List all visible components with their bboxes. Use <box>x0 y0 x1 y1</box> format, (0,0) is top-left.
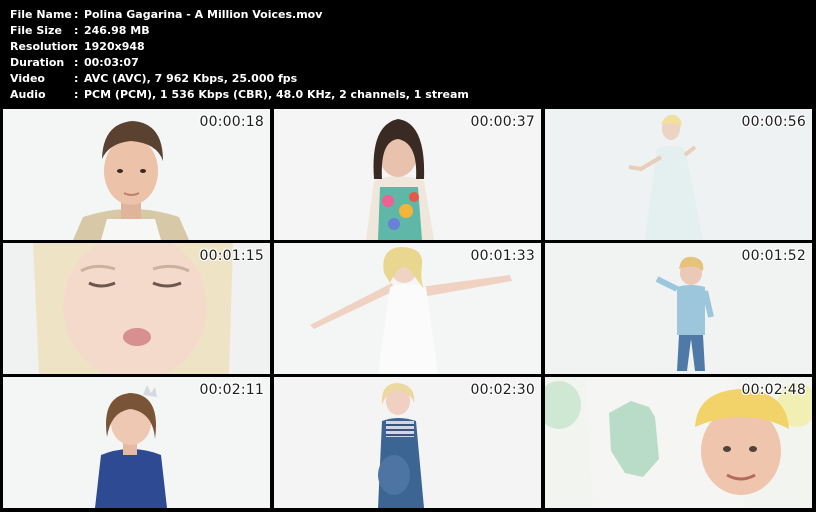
thumbnail-timestamp: 00:01:52 <box>741 248 806 264</box>
thumbnail-timestamp: 00:01:33 <box>470 248 535 264</box>
info-label: File Name <box>10 8 72 21</box>
info-separator: : <box>74 40 79 53</box>
video-frame-thumbnail[interactable]: 00:00:18 <box>3 109 270 240</box>
thumbnail-timestamp: 00:02:30 <box>470 382 535 398</box>
info-separator: : <box>74 72 79 85</box>
info-value: PCM (PCM), 1 536 Kbps (CBR), 48.0 KHz, 2… <box>84 88 469 101</box>
video-frame-thumbnail[interactable]: 00:01:15 <box>3 243 270 374</box>
info-separator: : <box>74 56 79 69</box>
thumbnail-timestamp: 00:00:56 <box>741 114 806 130</box>
info-separator: : <box>74 8 79 21</box>
thumbnail-timestamp: 00:01:15 <box>199 248 264 264</box>
video-frame-thumbnail[interactable]: 00:00:56 <box>545 109 812 240</box>
video-frame-thumbnail[interactable]: 00:01:52 <box>545 243 812 374</box>
video-frame-thumbnail[interactable]: 00:02:11 <box>3 377 270 508</box>
info-separator: : <box>74 88 79 101</box>
media-info-panel: File Name : Polina Gagarina - A Million … <box>0 0 816 107</box>
thumbnail-timestamp: 00:00:37 <box>470 114 535 130</box>
info-value: 246.98 MB <box>84 24 150 37</box>
info-value: Polina Gagarina - A Million Voices.mov <box>84 8 323 21</box>
info-label: Video <box>10 72 45 85</box>
info-label: Resolution <box>10 40 77 53</box>
thumbnail-timestamp: 00:02:48 <box>741 382 806 398</box>
video-frame-thumbnail[interactable]: 00:02:30 <box>274 377 541 508</box>
video-frame-thumbnail[interactable]: 00:01:33 <box>274 243 541 374</box>
video-frame-thumbnail[interactable]: 00:00:37 <box>274 109 541 240</box>
video-frame-thumbnail[interactable]: 00:02:48 <box>545 377 812 508</box>
info-label: Audio <box>10 88 46 101</box>
info-separator: : <box>74 24 79 37</box>
info-label: Duration <box>10 56 65 69</box>
info-label: File Size <box>10 24 62 37</box>
info-value: AVC (AVC), 7 962 Kbps, 25.000 fps <box>84 72 298 85</box>
thumbnail-timestamp: 00:02:11 <box>199 382 264 398</box>
info-value: 00:03:07 <box>84 56 139 69</box>
thumbnail-timestamp: 00:00:18 <box>199 114 264 130</box>
info-value: 1920x948 <box>84 40 145 53</box>
